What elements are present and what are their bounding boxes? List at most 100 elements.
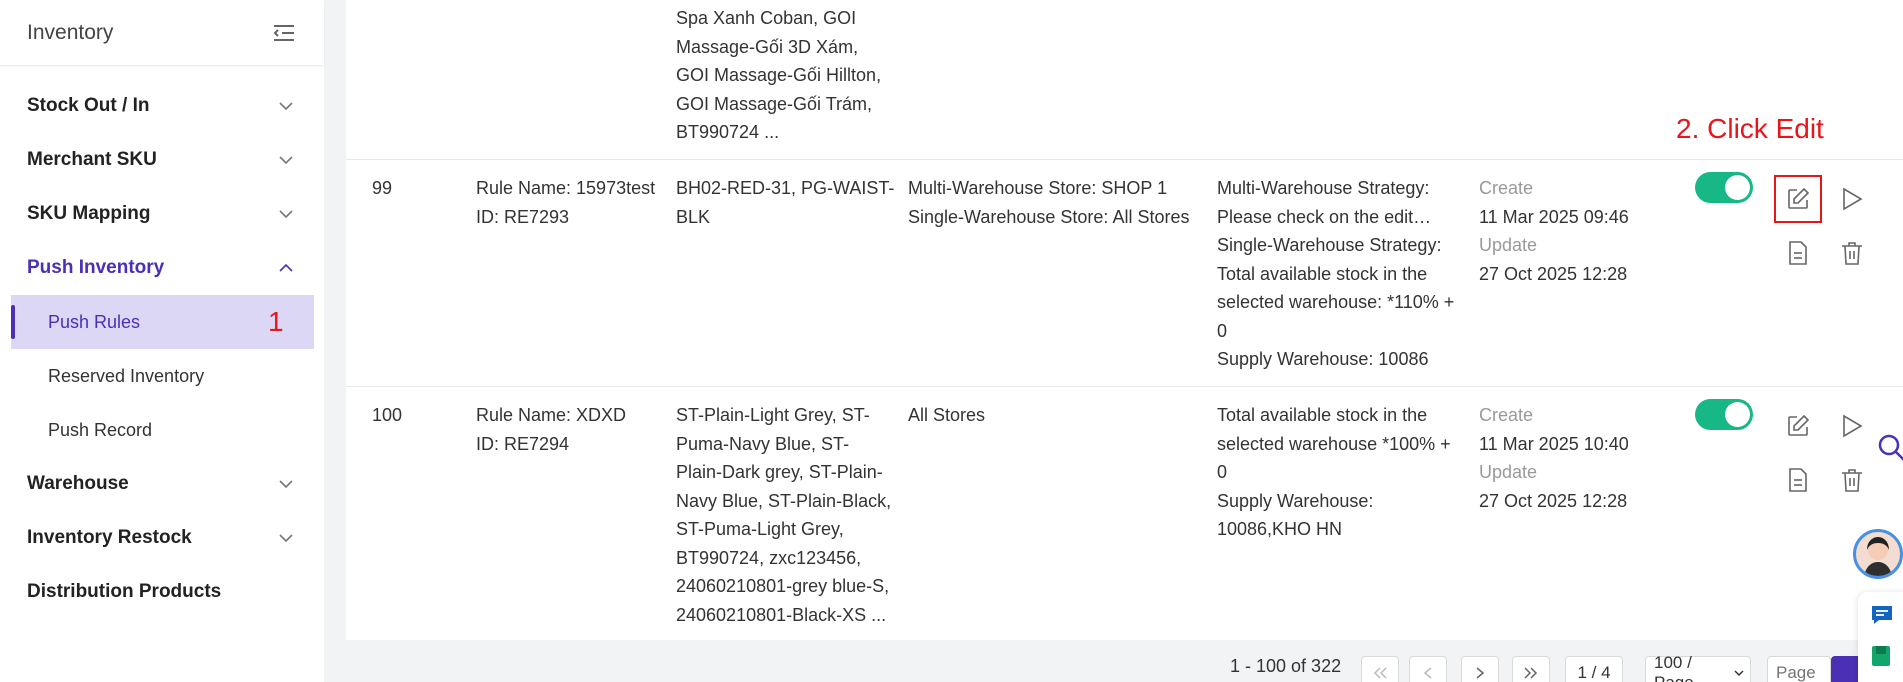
run-icon[interactable]	[1837, 184, 1867, 214]
annotation-step-2: 2. Click Edit	[1676, 113, 1824, 144]
sidebar: Inventory Stock Out / In Merchant SKU SK…	[0, 0, 324, 682]
guide-book-icon[interactable]	[1870, 644, 1892, 673]
rule-info: Rule Name: XDXD ID: RE7294	[476, 401, 626, 458]
sidebar-item-label: Inventory Restock	[27, 527, 192, 548]
strategy-line: Multi-Warehouse Strategy:	[1217, 178, 1430, 198]
next-page-button[interactable]	[1461, 656, 1499, 682]
store-info: Multi-Warehouse Store: SHOP 1 Single-War…	[908, 174, 1189, 231]
edit-icon[interactable]	[1783, 411, 1813, 441]
sku-line: 24060210801-grey blue-S,	[676, 576, 890, 596]
delete-icon[interactable]	[1837, 465, 1867, 495]
run-icon[interactable]	[1837, 411, 1867, 441]
table-row: 99 Rule Name: 15973test ID: RE7293 BH02-…	[346, 160, 1903, 387]
sidebar-item-label: Merchant SKU	[27, 149, 157, 170]
pagination-range: 1 - 100 of 322	[1230, 656, 1342, 676]
chevron-down-icon	[276, 474, 296, 494]
sidebar-item-reserved-inventory[interactable]: Reserved Inventory	[0, 349, 324, 403]
floating-tools-panel	[1858, 592, 1903, 682]
sidebar-item-label: Push Inventory	[27, 257, 165, 278]
prev-page-button[interactable]	[1409, 656, 1447, 682]
table-row: 100 Rule Name: XDXD ID: RE7294 ST-Plain-…	[346, 387, 1903, 640]
rule-name: Rule Name: 15973test	[476, 178, 656, 198]
page-size-value: 100 / Page	[1654, 653, 1694, 682]
edit-icon[interactable]	[1783, 184, 1813, 214]
strategy-line: selected warehouse: *110% +	[1217, 292, 1455, 312]
rule-name: Rule Name: XDXD	[476, 405, 627, 425]
update-label: Update	[1479, 235, 1538, 255]
log-icon[interactable]	[1783, 465, 1813, 495]
strategy-line: 0	[1217, 320, 1228, 341]
strategy-line: Supply Warehouse:	[1217, 490, 1374, 511]
sidebar-item-label: Distribution Products	[27, 581, 222, 602]
store-line: Multi-Warehouse Store: SHOP 1	[908, 178, 1168, 198]
row-number: 100	[372, 405, 403, 425]
sku-line: ST-Plain-Light Grey, ST-	[676, 405, 870, 425]
sku-line: Puma-Navy Blue, ST-	[676, 433, 850, 454]
create-time: 11 Mar 2025 10:40	[1479, 433, 1629, 454]
sidebar-item-inventory-restock[interactable]: Inventory Restock	[0, 511, 324, 565]
strategy-line: selected warehouse *100% +	[1217, 433, 1451, 454]
strategy-line: 10086,KHO HN	[1217, 519, 1343, 539]
delete-icon[interactable]	[1837, 238, 1867, 268]
enable-toggle[interactable]	[1695, 399, 1753, 430]
sku-line: GOI Massage-Gối Hillton,	[676, 65, 882, 85]
sidebar-item-stock-out-in[interactable]: Stock Out / In	[0, 79, 324, 133]
chevron-down-icon	[276, 204, 296, 224]
sidebar-item-warehouse[interactable]: Warehouse	[0, 457, 324, 511]
sidebar-item-sku-mapping[interactable]: SKU Mapping	[0, 187, 324, 241]
strategy-line: Supply Warehouse: 10086	[1217, 349, 1429, 369]
sku-list: BH02-RED-31, PG-WAIST- BLK	[676, 174, 894, 231]
table-row: Spa Xanh Coban, GOI Massage-Gối 3D Xám, …	[346, 0, 1903, 160]
log-icon[interactable]	[1783, 238, 1813, 268]
sku-line: 24060210801-Black-XS ...	[676, 604, 887, 625]
goto-page-input[interactable]	[1767, 656, 1831, 682]
timestamps: Create 11 Mar 2025 10:40 Update 27 Oct 2…	[1479, 401, 1629, 515]
sidebar-item-push-record[interactable]: Push Record	[0, 403, 324, 457]
sku-line: Spa Xanh Coban, GOI	[676, 8, 857, 28]
chevron-right-icon	[1476, 667, 1485, 679]
chevron-down-icon	[276, 150, 296, 170]
sku-list: Spa Xanh Coban, GOI Massage-Gối 3D Xám, …	[676, 4, 881, 147]
sku-line: BH02-RED-31, PG-WAIST-	[676, 178, 895, 198]
sidebar-item-label: Warehouse	[27, 473, 129, 494]
page-size-select[interactable]: 100 / Page	[1645, 653, 1751, 682]
sku-line: BT990724, zxc123456,	[676, 547, 862, 568]
create-time: 11 Mar 2025 09:46	[1479, 206, 1629, 227]
double-chevron-right-icon	[1524, 667, 1538, 679]
collapse-menu-icon[interactable]	[272, 21, 296, 45]
sku-list: ST-Plain-Light Grey, ST- Puma-Navy Blue,…	[676, 401, 891, 629]
first-page-button[interactable]	[1361, 656, 1399, 682]
rule-id: ID: RE7293	[476, 206, 570, 227]
sidebar-title: Inventory	[27, 20, 114, 44]
annotation-step-1: 1	[268, 306, 284, 337]
sidebar-menu: Stock Out / In Merchant SKU SKU Mapping …	[0, 66, 324, 619]
update-time: 27 Oct 2025 12:28	[1479, 263, 1628, 284]
sidebar-item-label: Push Rules	[48, 311, 141, 332]
sidebar-item-merchant-sku[interactable]: Merchant SKU	[0, 133, 324, 187]
create-label: Create	[1479, 178, 1534, 198]
store-info: All Stores	[908, 401, 985, 430]
chevron-down-icon	[1734, 669, 1744, 676]
search-icon[interactable]	[1877, 433, 1903, 463]
sidebar-item-push-inventory[interactable]: Push Inventory	[0, 241, 324, 295]
rule-info: Rule Name: 15973test ID: RE7293	[476, 174, 655, 231]
push-rules-table: Spa Xanh Coban, GOI Massage-Gối 3D Xám, …	[346, 0, 1903, 640]
timestamps: Create 11 Mar 2025 09:46 Update 27 Oct 2…	[1479, 174, 1629, 288]
sku-line: Navy Blue, ST-Plain-Black,	[676, 490, 892, 511]
rule-id: ID: RE7294	[476, 433, 570, 454]
sidebar-item-label: SKU Mapping	[27, 203, 151, 224]
sidebar-item-distribution-products[interactable]: Distribution Products	[0, 565, 324, 619]
store-line: Single-Warehouse Store: All Stores	[908, 206, 1190, 227]
chevron-down-icon	[276, 96, 296, 116]
double-chevron-left-icon	[1373, 667, 1387, 679]
sku-line: GOI Massage-Gối Trám,	[676, 93, 873, 114]
chat-icon[interactable]	[1870, 604, 1894, 631]
support-avatar[interactable]	[1853, 529, 1903, 579]
last-page-button[interactable]	[1512, 656, 1550, 682]
enable-toggle[interactable]	[1695, 172, 1753, 203]
strategy-line: 0	[1217, 462, 1228, 482]
sidebar-header: Inventory	[0, 0, 324, 66]
sku-line: Plain-Dark grey, ST-Plain-	[676, 462, 883, 482]
strategy-info: Total available stock in the selected wa…	[1217, 401, 1451, 544]
store-line: All Stores	[908, 405, 986, 425]
